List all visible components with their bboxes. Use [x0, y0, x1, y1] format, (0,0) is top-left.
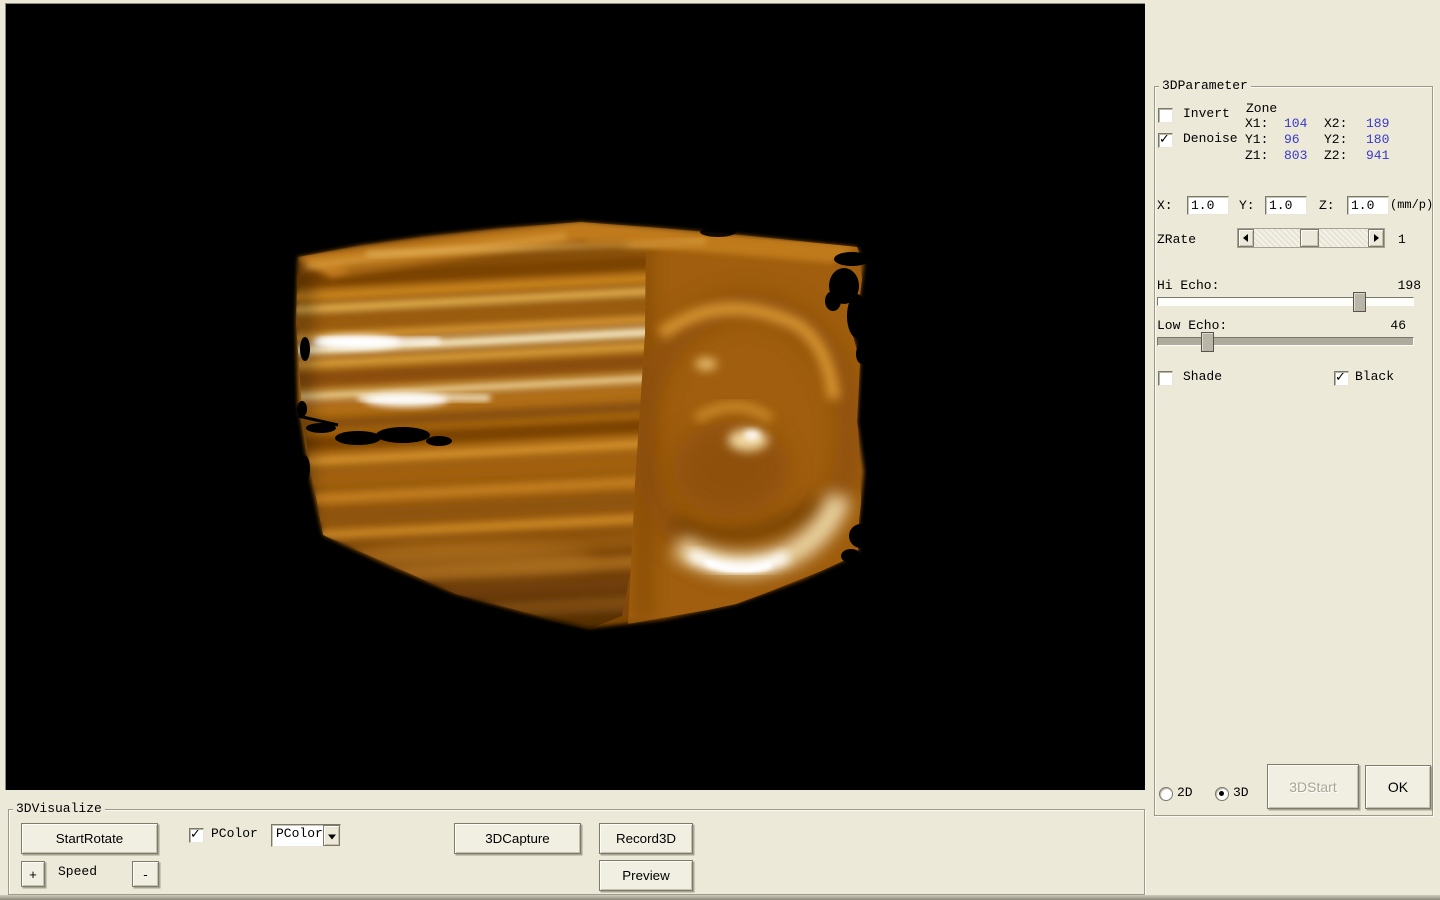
hi-echo-value: 198 — [1355, 279, 1421, 293]
chevron-down-icon — [328, 834, 336, 839]
denoise-checkbox[interactable] — [1158, 133, 1173, 148]
parameter-groupbox-title: 3DParameter — [1159, 78, 1251, 93]
low-echo-value: 46 — [1343, 319, 1406, 333]
zrate-scroll-thumb[interactable] — [1300, 229, 1319, 247]
low-echo-slider-thumb[interactable] — [1201, 332, 1214, 352]
parameter-groupbox: 3DParameter Invert Denoise Zone X1: 104 … — [1154, 86, 1433, 816]
pcolor-dropdown[interactable]: PColor — [271, 824, 341, 847]
mode-2d-radio[interactable] — [1159, 787, 1173, 801]
zrate-scrollbar[interactable] — [1237, 228, 1385, 248]
pcolor-checkbox[interactable] — [189, 828, 204, 843]
zone-y1-label: Y1: — [1245, 133, 1268, 147]
3dstart-button[interactable]: 3DStart — [1267, 764, 1359, 809]
zrate-scroll-track[interactable] — [1254, 229, 1368, 247]
invert-checkbox[interactable] — [1158, 108, 1173, 123]
pcolor-dropdown-button[interactable] — [323, 825, 340, 846]
record3d-button[interactable]: Record3D — [599, 823, 693, 854]
pcolor-label: PColor — [211, 827, 258, 841]
scale-z-field[interactable] — [1347, 196, 1389, 215]
ok-button[interactable]: OK — [1365, 765, 1431, 809]
scale-z-label: Z: — [1319, 199, 1335, 213]
speed-minus-button[interactable]: - — [132, 861, 159, 887]
volume-3d-render[interactable] — [6, 4, 1145, 790]
zone-y1-value: 96 — [1284, 133, 1300, 147]
low-echo-label: Low Echo: — [1157, 319, 1227, 333]
zone-x2-value: 189 — [1366, 117, 1389, 131]
speed-plus-button[interactable]: + — [21, 861, 45, 887]
render-viewport[interactable] — [5, 3, 1145, 790]
black-label: Black — [1355, 370, 1394, 384]
zrate-value: 1 — [1398, 233, 1406, 247]
zrate-scroll-left-button[interactable] — [1238, 229, 1254, 247]
zrate-scroll-right-button[interactable] — [1368, 229, 1384, 247]
zone-z1-label: Z1: — [1245, 149, 1268, 163]
speed-label: Speed — [58, 865, 97, 879]
black-checkbox[interactable] — [1334, 371, 1349, 386]
shade-label: Shade — [1183, 370, 1222, 384]
scale-y-field[interactable] — [1265, 196, 1307, 215]
zone-z2-value: 941 — [1366, 149, 1389, 163]
zone-y2-value: 180 — [1366, 133, 1389, 147]
zone-y2-label: Y2: — [1324, 133, 1347, 147]
mode-3d-radio[interactable] — [1215, 787, 1229, 801]
zone-x1-label: X1: — [1245, 117, 1268, 131]
3dcapture-button[interactable]: 3DCapture — [454, 823, 581, 854]
scale-x-field[interactable] — [1187, 196, 1229, 215]
hi-echo-label: Hi Echo: — [1157, 279, 1219, 293]
denoise-label: Denoise — [1183, 132, 1238, 146]
app-window: { "colors": { "window_bg": "#ece9d8", "v… — [0, 0, 1440, 900]
zone-z2-label: Z2: — [1324, 149, 1347, 163]
invert-label: Invert — [1183, 107, 1230, 121]
right-arrow-icon — [1374, 234, 1379, 242]
window-bottom-edge — [0, 895, 1440, 900]
low-echo-slider-track[interactable] — [1157, 337, 1414, 346]
pcolor-dropdown-value: PColor — [272, 825, 323, 846]
left-arrow-icon — [1243, 234, 1248, 242]
zone-x1-value: 104 — [1284, 117, 1307, 131]
scale-x-label: X: — [1157, 199, 1173, 213]
visualize-groupbox: 3DVisualize StartRotate + Speed - PColor… — [8, 809, 1145, 895]
start-rotate-button[interactable]: StartRotate — [21, 823, 158, 854]
scale-y-label: Y: — [1239, 199, 1255, 213]
mode-3d-label: 3D — [1233, 786, 1249, 800]
zone-x2-label: X2: — [1324, 117, 1347, 131]
zone-z1-value: 803 — [1284, 149, 1307, 163]
hi-echo-slider-track[interactable] — [1157, 297, 1414, 306]
mode-2d-label: 2D — [1177, 786, 1193, 800]
preview-button[interactable]: Preview — [599, 860, 693, 891]
zrate-label: ZRate — [1157, 233, 1196, 247]
scale-unit-label: (mm/p) — [1390, 198, 1433, 212]
shade-checkbox[interactable] — [1158, 371, 1173, 386]
zone-label: Zone — [1246, 102, 1277, 116]
hi-echo-slider-thumb[interactable] — [1353, 292, 1366, 312]
visualize-groupbox-title: 3DVisualize — [13, 801, 105, 816]
